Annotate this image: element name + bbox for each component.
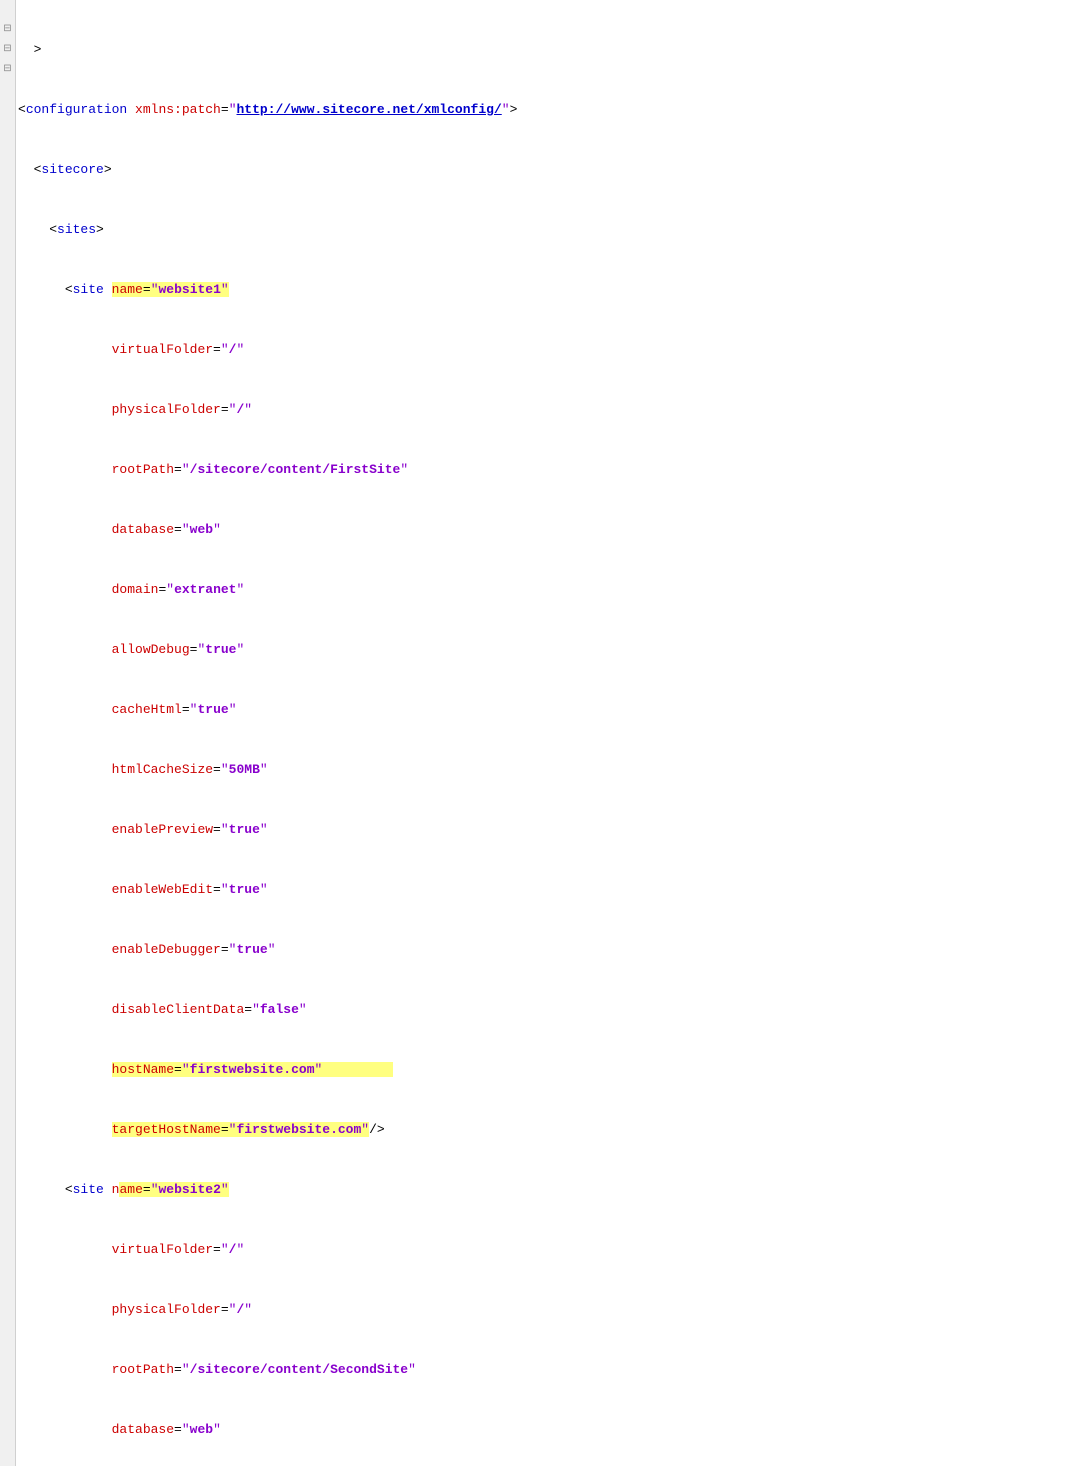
code-line: hostName="firstwebsite.com"	[18, 1060, 1077, 1080]
code-line: <site name="website1"	[18, 280, 1077, 300]
fold-icon[interactable]	[0, 0, 15, 20]
code-line: rootPath="/sitecore/content/FirstSite"	[18, 460, 1077, 480]
code-line: disableClientData="false"	[18, 1000, 1077, 1020]
code-line: <configuration xmlns:patch="http://www.s…	[18, 100, 1077, 120]
code-line: enableDebugger="true"	[18, 940, 1077, 960]
code-line: virtualFolder="/"	[18, 340, 1077, 360]
code-line: htmlCacheSize="50MB"	[18, 760, 1077, 780]
code-line: <site name="website2"	[18, 1180, 1077, 1200]
code-line: enableWebEdit="true"	[18, 880, 1077, 900]
code-line: <sitecore>	[18, 160, 1077, 180]
code-line: cacheHtml="true"	[18, 700, 1077, 720]
code-line: targetHostName="firstwebsite.com"/>	[18, 1120, 1077, 1140]
code-line: physicalFolder="/"	[18, 1300, 1077, 1320]
fold-icon[interactable]: ⊟	[0, 40, 15, 60]
code-line: rootPath="/sitecore/content/SecondSite"	[18, 1360, 1077, 1380]
fold-icon[interactable]: ⊟	[0, 60, 15, 80]
fold-gutter: ⊟ ⊟ ⊟	[0, 0, 16, 1466]
code-line: enablePreview="true"	[18, 820, 1077, 840]
code-line: <sites>	[18, 220, 1077, 240]
fold-icon[interactable]: ⊟	[0, 20, 15, 40]
code-line: database="web"	[18, 1420, 1077, 1440]
code-line: domain="extranet"	[18, 580, 1077, 600]
code-line: allowDebug="true"	[18, 640, 1077, 660]
code-line: physicalFolder="/"	[18, 400, 1077, 420]
code-line: virtualFolder="/"	[18, 1240, 1077, 1260]
code-editor[interactable]: > <configuration xmlns:patch="http://www…	[16, 0, 1077, 1466]
code-line: database="web"	[18, 520, 1077, 540]
code-line: >	[18, 40, 1077, 60]
